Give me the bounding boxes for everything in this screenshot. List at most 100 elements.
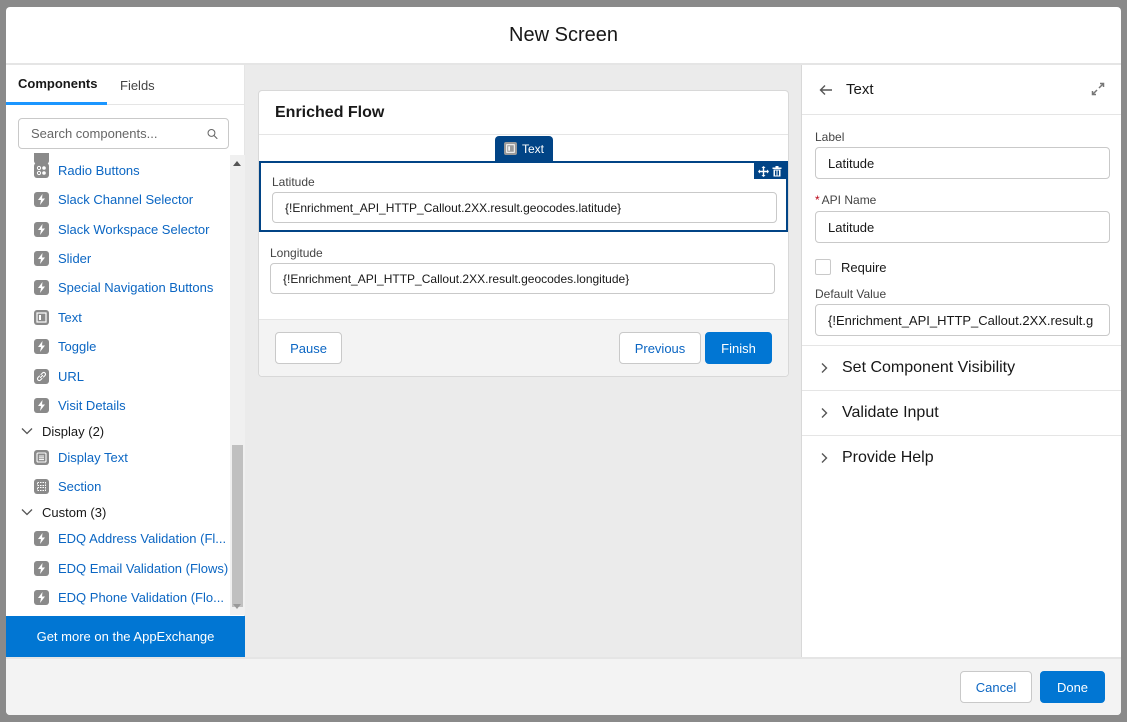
lightning-icon xyxy=(34,338,49,354)
move-icon[interactable] xyxy=(757,165,769,177)
require-checkbox[interactable] xyxy=(815,259,831,275)
components-panel: Components Fields Radio Buttons Slack xyxy=(6,65,245,657)
modal-footer: Cancel Done xyxy=(6,657,1121,715)
component-item[interactable]: Visit Details xyxy=(34,394,126,416)
expand-icon[interactable] xyxy=(1091,82,1105,96)
components-scrollbar[interactable] xyxy=(230,155,245,615)
text-input-icon xyxy=(504,142,517,155)
latitude-label: Latitude xyxy=(272,175,315,189)
component-item[interactable]: Section xyxy=(34,475,101,497)
section-label: Set Component Visibility xyxy=(842,359,1016,376)
field-toolbar xyxy=(754,163,786,179)
chevron-down-icon xyxy=(21,428,33,435)
lightning-icon xyxy=(34,191,49,207)
component-label: Visit Details xyxy=(58,397,126,413)
longitude-input[interactable]: {!Enrichment_API_HTTP_Callout.2XX.result… xyxy=(270,263,775,294)
link-icon xyxy=(34,368,49,384)
back-arrow-icon[interactable] xyxy=(818,82,834,98)
component-item[interactable]: URL xyxy=(34,365,84,387)
chevron-right-icon xyxy=(821,363,828,373)
section-label: Provide Help xyxy=(842,449,934,466)
lightning-icon xyxy=(34,560,49,576)
screen-footer: Pause Previous Finish xyxy=(259,319,788,376)
component-label: URL xyxy=(58,368,85,384)
search-input[interactable] xyxy=(31,126,207,141)
component-item[interactable]: EDQ Address Validation (Fl... xyxy=(34,527,226,549)
group-label: Custom (3) xyxy=(42,504,107,520)
component-label: Slack Workspace Selector xyxy=(58,221,210,237)
panel-tabs: Components Fields xyxy=(6,65,244,105)
component-item[interactable]: Slack Workspace Selector xyxy=(34,218,210,240)
longitude-field[interactable]: Longitude {!Enrichment_API_HTTP_Callout.… xyxy=(259,234,788,307)
components-list: Radio Buttons Slack Channel Selector Sla… xyxy=(6,153,230,615)
component-item[interactable]: Toggle xyxy=(34,335,96,357)
finish-button[interactable]: Finish xyxy=(705,332,772,364)
api-name-label-text: API Name xyxy=(821,193,877,207)
longitude-label: Longitude xyxy=(270,246,323,260)
group-display[interactable]: Display (2) xyxy=(20,420,104,442)
section-provide-help[interactable]: Provide Help xyxy=(802,435,1121,480)
latitude-input[interactable]: {!Enrichment_API_HTTP_Callout.2XX.result… xyxy=(272,192,777,223)
section-icon xyxy=(34,478,49,494)
default-value-input[interactable]: {!Enrichment_API_HTTP_Callout.2XX.result… xyxy=(815,304,1110,336)
tab-components[interactable]: Components xyxy=(6,65,107,105)
component-label: Special Navigation Buttons xyxy=(58,279,214,295)
done-button[interactable]: Done xyxy=(1040,671,1105,703)
cancel-button[interactable]: Cancel xyxy=(960,671,1032,703)
pause-button[interactable]: Pause xyxy=(275,332,342,364)
label-input[interactable]: Latitude xyxy=(815,147,1110,179)
text-input-icon xyxy=(34,309,49,325)
screen-preview: Enriched Flow Text Latitude {!Enrichment… xyxy=(258,90,789,377)
chevron-right-icon xyxy=(821,408,828,418)
section-label: Validate Input xyxy=(842,404,939,421)
screen-canvas: Enriched Flow Text Latitude {!Enrichment… xyxy=(245,65,802,657)
modal-body: Components Fields Radio Buttons Slack xyxy=(6,65,1121,657)
selected-component-tab[interactable]: Text xyxy=(495,136,554,161)
group-label: Display (2) xyxy=(42,423,105,439)
component-item[interactable]: EDQ Phone Validation (Flo... xyxy=(34,586,224,608)
component-item[interactable]: Display Text xyxy=(34,446,128,468)
group-custom[interactable]: Custom (3) xyxy=(20,501,106,523)
appexchange-link[interactable]: Get more on the AppExchange xyxy=(6,616,245,657)
chevron-down-icon xyxy=(21,509,33,516)
selected-component-label: Text xyxy=(522,141,545,156)
scroll-thumb[interactable] xyxy=(232,445,243,607)
component-item[interactable]: Text xyxy=(34,306,82,328)
modal-title: New Screen xyxy=(509,23,618,46)
lightning-icon xyxy=(34,589,49,605)
properties-header: Text xyxy=(802,65,1121,115)
modal-header: New Screen xyxy=(6,7,1121,65)
lightning-icon xyxy=(34,279,49,295)
screen-title: Enriched Flow xyxy=(259,91,788,135)
api-name-input[interactable]: Latitude xyxy=(815,211,1110,243)
component-label: Radio Buttons xyxy=(58,162,140,178)
delete-icon[interactable] xyxy=(772,165,782,177)
search-icon[interactable] xyxy=(207,126,218,142)
tab-fields[interactable]: Fields xyxy=(107,65,167,105)
lightning-icon xyxy=(34,250,49,266)
component-label: Display Text xyxy=(58,449,128,465)
section-validate-input[interactable]: Validate Input xyxy=(802,390,1121,435)
component-label: Slider xyxy=(58,250,92,266)
display-text-icon xyxy=(34,449,49,465)
component-item[interactable]: Special Navigation Buttons xyxy=(34,276,213,298)
component-label: EDQ Email Validation (Flows) xyxy=(58,560,229,576)
component-item[interactable]: Slider xyxy=(34,247,91,269)
component-item[interactable]: EDQ Email Validation (Flows) xyxy=(34,557,228,579)
scroll-up-arrow-icon[interactable] xyxy=(233,161,241,166)
lightning-icon xyxy=(34,530,49,546)
api-name-field-label: * API Name xyxy=(815,193,876,207)
latitude-field-selected[interactable]: Latitude {!Enrichment_API_HTTP_Callout.2… xyxy=(259,161,788,232)
default-value-label: Default Value xyxy=(815,287,887,301)
label-field-label: Label xyxy=(815,130,845,144)
previous-button[interactable]: Previous xyxy=(619,332,701,364)
required-marker: * xyxy=(815,193,820,207)
component-item[interactable]: Slack Channel Selector xyxy=(34,188,193,210)
component-label: Slack Channel Selector xyxy=(58,191,194,207)
lightning-icon xyxy=(34,397,49,413)
properties-panel: Text Label Latitude * API Name Latitude R… xyxy=(802,65,1121,657)
component-label: Section xyxy=(58,478,102,494)
section-component-visibility[interactable]: Set Component Visibility xyxy=(802,345,1121,390)
component-item[interactable]: Radio Buttons xyxy=(34,159,140,181)
scroll-down-arrow-icon[interactable] xyxy=(233,604,241,609)
